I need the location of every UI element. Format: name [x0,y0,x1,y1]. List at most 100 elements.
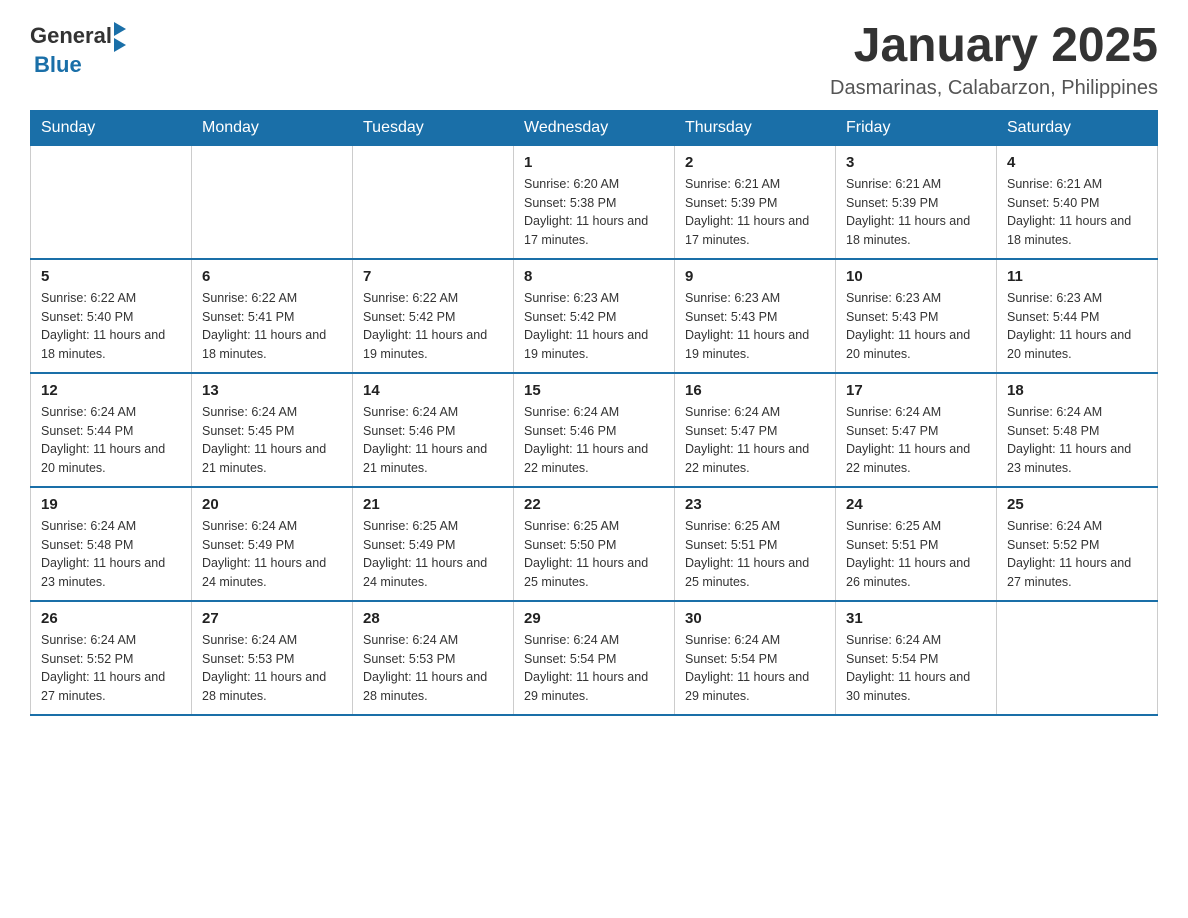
day-number: 29 [524,610,664,627]
calendar-cell: 26 Sunrise: 6:24 AMSunset: 5:52 PMDayligh… [31,601,192,715]
calendar-cell: 5 Sunrise: 6:22 AMSunset: 5:40 PMDaylight… [31,259,192,373]
month-title: January 2025 [830,20,1158,73]
day-info: Sunrise: 6:24 AMSunset: 5:49 PMDaylight:… [202,517,342,592]
day-number: 30 [685,610,825,627]
day-info: Sunrise: 6:22 AMSunset: 5:40 PMDaylight:… [41,289,181,364]
day-info: Sunrise: 6:21 AMSunset: 5:40 PMDaylight:… [1007,175,1147,250]
title-block: January 2025 Dasmarinas, Calabarzon, Phi… [830,20,1158,100]
day-number: 17 [846,382,986,399]
day-number: 7 [363,268,503,285]
day-number: 9 [685,268,825,285]
day-info: Sunrise: 6:25 AMSunset: 5:51 PMDaylight:… [846,517,986,592]
day-info: Sunrise: 6:24 AMSunset: 5:45 PMDaylight:… [202,403,342,478]
calendar-header-sunday: Sunday [31,110,192,145]
day-number: 25 [1007,496,1147,513]
calendar-cell: 6 Sunrise: 6:22 AMSunset: 5:41 PMDaylight… [192,259,353,373]
day-number: 15 [524,382,664,399]
calendar-cell: 3Sunrise: 6:21 AMSunset: 5:39 PMDaylight… [836,145,997,259]
calendar-cell [997,601,1158,715]
day-info: Sunrise: 6:24 AMSunset: 5:53 PMDaylight:… [202,631,342,706]
day-info: Sunrise: 6:23 AMSunset: 5:42 PMDaylight:… [524,289,664,364]
day-info: Sunrise: 6:22 AMSunset: 5:41 PMDaylight:… [202,289,342,364]
day-number: 19 [41,496,181,513]
calendar-header-tuesday: Tuesday [353,110,514,145]
calendar-cell: 17 Sunrise: 6:24 AMSunset: 5:47 PMDayligh… [836,373,997,487]
day-info: Sunrise: 6:24 AMSunset: 5:54 PMDaylight:… [524,631,664,706]
calendar-cell: 23Sunrise: 6:25 AMSunset: 5:51 PMDayligh… [675,487,836,601]
calendar-header-saturday: Saturday [997,110,1158,145]
calendar-header-thursday: Thursday [675,110,836,145]
calendar-cell: 7 Sunrise: 6:22 AMSunset: 5:42 PMDaylight… [353,259,514,373]
calendar-cell [31,145,192,259]
day-info: Sunrise: 6:21 AMSunset: 5:39 PMDaylight:… [846,175,986,250]
day-info: Sunrise: 6:24 AMSunset: 5:54 PMDaylight:… [685,631,825,706]
calendar-cell: 9 Sunrise: 6:23 AMSunset: 5:43 PMDaylight… [675,259,836,373]
calendar-cell: 27 Sunrise: 6:24 AMSunset: 5:53 PMDayligh… [192,601,353,715]
day-info: Sunrise: 6:24 AMSunset: 5:44 PMDaylight:… [41,403,181,478]
calendar-cell: 31 Sunrise: 6:24 AMSunset: 5:54 PMDayligh… [836,601,997,715]
day-number: 10 [846,268,986,285]
day-number: 8 [524,268,664,285]
day-info: Sunrise: 6:23 AMSunset: 5:44 PMDaylight:… [1007,289,1147,364]
day-info: Sunrise: 6:24 AMSunset: 5:52 PMDaylight:… [41,631,181,706]
day-number: 13 [202,382,342,399]
day-info: Sunrise: 6:25 AMSunset: 5:51 PMDaylight:… [685,517,825,592]
calendar-cell: 24Sunrise: 6:25 AMSunset: 5:51 PMDayligh… [836,487,997,601]
day-number: 1 [524,154,664,171]
day-number: 12 [41,382,181,399]
calendar-cell: 10Sunrise: 6:23 AMSunset: 5:43 PMDayligh… [836,259,997,373]
day-info: Sunrise: 6:24 AMSunset: 5:47 PMDaylight:… [685,403,825,478]
day-number: 16 [685,382,825,399]
day-info: Sunrise: 6:22 AMSunset: 5:42 PMDaylight:… [363,289,503,364]
calendar-cell [192,145,353,259]
day-number: 6 [202,268,342,285]
day-number: 27 [202,610,342,627]
day-number: 31 [846,610,986,627]
calendar-week-2: 5 Sunrise: 6:22 AMSunset: 5:40 PMDaylight… [31,259,1158,373]
calendar-cell: 21 Sunrise: 6:25 AMSunset: 5:49 PMDayligh… [353,487,514,601]
calendar-header-wednesday: Wednesday [514,110,675,145]
day-info: Sunrise: 6:24 AMSunset: 5:53 PMDaylight:… [363,631,503,706]
day-number: 5 [41,268,181,285]
calendar-cell: 15Sunrise: 6:24 AMSunset: 5:46 PMDayligh… [514,373,675,487]
day-info: Sunrise: 6:23 AMSunset: 5:43 PMDaylight:… [685,289,825,364]
day-info: Sunrise: 6:24 AMSunset: 5:47 PMDaylight:… [846,403,986,478]
calendar-week-4: 19 Sunrise: 6:24 AMSunset: 5:48 PMDayligh… [31,487,1158,601]
calendar-week-1: 1 Sunrise: 6:20 AMSunset: 5:38 PMDaylight… [31,145,1158,259]
calendar-cell: 14Sunrise: 6:24 AMSunset: 5:46 PMDayligh… [353,373,514,487]
calendar-cell: 4 Sunrise: 6:21 AMSunset: 5:40 PMDaylight… [997,145,1158,259]
calendar-cell: 18 Sunrise: 6:24 AMSunset: 5:48 PMDayligh… [997,373,1158,487]
day-info: Sunrise: 6:24 AMSunset: 5:52 PMDaylight:… [1007,517,1147,592]
calendar-cell: 29 Sunrise: 6:24 AMSunset: 5:54 PMDayligh… [514,601,675,715]
day-info: Sunrise: 6:24 AMSunset: 5:54 PMDaylight:… [846,631,986,706]
logo-blue: Blue [34,52,82,78]
day-info: Sunrise: 6:21 AMSunset: 5:39 PMDaylight:… [685,175,825,250]
day-info: Sunrise: 6:24 AMSunset: 5:48 PMDaylight:… [1007,403,1147,478]
calendar-cell: 1 Sunrise: 6:20 AMSunset: 5:38 PMDaylight… [514,145,675,259]
location: Dasmarinas, Calabarzon, Philippines [830,77,1158,100]
calendar-header-friday: Friday [836,110,997,145]
day-number: 26 [41,610,181,627]
calendar-cell: 12 Sunrise: 6:24 AMSunset: 5:44 PMDayligh… [31,373,192,487]
calendar-cell: 11Sunrise: 6:23 AMSunset: 5:44 PMDayligh… [997,259,1158,373]
calendar-cell: 19 Sunrise: 6:24 AMSunset: 5:48 PMDayligh… [31,487,192,601]
day-number: 4 [1007,154,1147,171]
day-info: Sunrise: 6:25 AMSunset: 5:49 PMDaylight:… [363,517,503,592]
calendar-cell: 30 Sunrise: 6:24 AMSunset: 5:54 PMDayligh… [675,601,836,715]
day-info: Sunrise: 6:20 AMSunset: 5:38 PMDaylight:… [524,175,664,250]
calendar-cell: 20 Sunrise: 6:24 AMSunset: 5:49 PMDayligh… [192,487,353,601]
calendar-cell: 8 Sunrise: 6:23 AMSunset: 5:42 PMDaylight… [514,259,675,373]
calendar-cell: 2 Sunrise: 6:21 AMSunset: 5:39 PMDaylight… [675,145,836,259]
day-number: 18 [1007,382,1147,399]
calendar-header-monday: Monday [192,110,353,145]
day-number: 14 [363,382,503,399]
day-info: Sunrise: 6:24 AMSunset: 5:48 PMDaylight:… [41,517,181,592]
day-number: 21 [363,496,503,513]
day-number: 2 [685,154,825,171]
calendar-cell: 16 Sunrise: 6:24 AMSunset: 5:47 PMDayligh… [675,373,836,487]
calendar: SundayMondayTuesdayWednesdayThursdayFrid… [30,110,1158,716]
calendar-week-3: 12 Sunrise: 6:24 AMSunset: 5:44 PMDayligh… [31,373,1158,487]
day-number: 20 [202,496,342,513]
logo: General Blue [30,20,126,78]
calendar-week-5: 26 Sunrise: 6:24 AMSunset: 5:52 PMDayligh… [31,601,1158,715]
